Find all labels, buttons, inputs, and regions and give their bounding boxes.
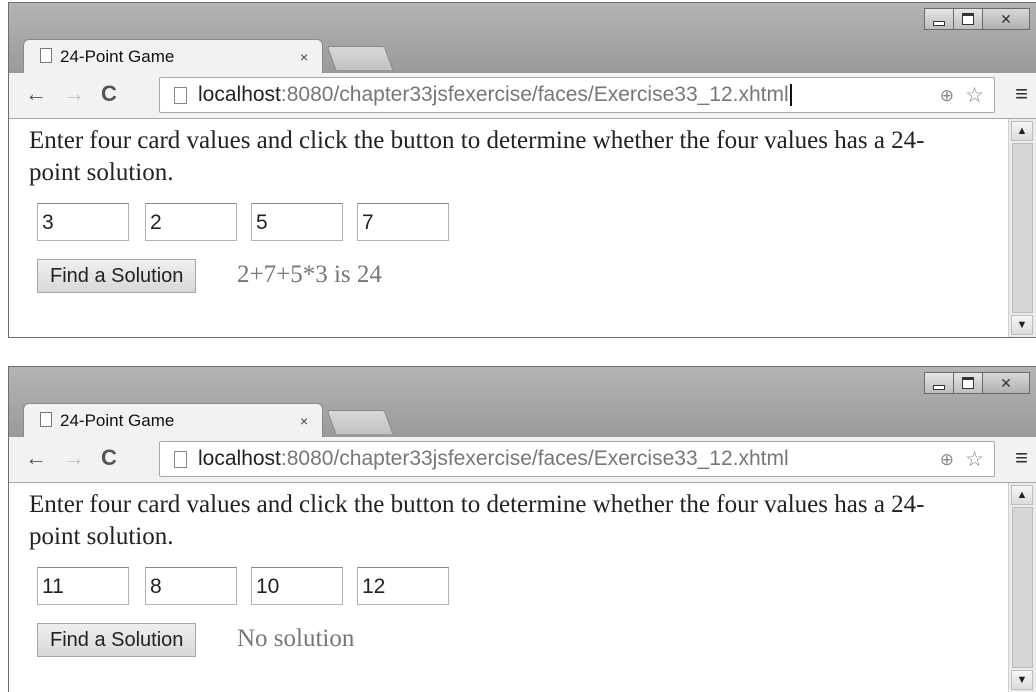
star-icon[interactable]: ☆ <box>965 83 984 108</box>
scroll-down-icon[interactable]: ▼ <box>1011 670 1033 690</box>
close-window-button[interactable]: ✕ <box>982 372 1030 394</box>
browser-toolbar: ← → C localhost:8080/chapter33jsfexercis… <box>9 437 1036 483</box>
text-cursor <box>789 84 792 107</box>
close-icon: ✕ <box>1000 374 1012 391</box>
close-window-button[interactable]: ✕ <box>982 8 1030 30</box>
address-bar[interactable]: localhost:8080/chapter33jsfexercise/face… <box>159 77 995 113</box>
address-bar[interactable]: localhost:8080/chapter33jsfexercise/face… <box>159 441 995 477</box>
card-value-4[interactable] <box>357 567 449 605</box>
page-icon <box>40 48 52 63</box>
star-icon[interactable]: ☆ <box>965 447 984 472</box>
minimize-icon <box>933 384 945 390</box>
browser-window-1: ✕ 24-Point Game × ← → C localhost:8080/c… <box>8 2 1036 338</box>
url-host: localhost <box>198 447 281 470</box>
menu-icon[interactable]: ≡ <box>1015 445 1028 471</box>
result-text: 2+7+5*3 is 24 <box>237 261 382 288</box>
browser-toolbar: ← → C localhost:8080/chapter33jsfexercis… <box>9 73 1036 119</box>
forward-arrow-icon[interactable]: → <box>63 82 85 106</box>
instruction-text: Enter four card values and click the but… <box>29 127 925 186</box>
browser-tab[interactable]: 24-Point Game × <box>23 403 323 437</box>
title-bar: ✕ 24-Point Game × <box>9 3 1036 73</box>
url-text[interactable]: localhost:8080/chapter33jsfexercise/face… <box>198 83 792 107</box>
zoom-icon[interactable]: ⊕ <box>940 450 954 470</box>
reload-icon[interactable]: C <box>101 82 117 106</box>
minimize-button[interactable] <box>924 372 954 394</box>
minimize-icon <box>933 20 945 26</box>
close-icon: ✕ <box>1000 10 1012 27</box>
window-controls: ✕ <box>924 8 1030 30</box>
browser-tab[interactable]: 24-Point Game × <box>23 39 323 73</box>
forward-arrow-icon[interactable]: → <box>63 446 85 470</box>
tab-title: 24-Point Game <box>60 47 175 66</box>
card-value-1[interactable] <box>37 203 129 241</box>
window-controls: ✕ <box>924 372 1030 394</box>
scroll-thumb[interactable] <box>1012 507 1033 668</box>
url-text[interactable]: localhost:8080/chapter33jsfexercise/face… <box>198 447 789 471</box>
tab-close-icon[interactable]: × <box>300 413 308 429</box>
maximize-icon <box>962 377 974 389</box>
maximize-button[interactable] <box>953 8 983 30</box>
card-value-3[interactable] <box>251 567 343 605</box>
card-value-4[interactable] <box>357 203 449 241</box>
new-tab-button[interactable] <box>326 46 394 70</box>
page-icon <box>174 87 187 104</box>
title-bar: ✕ 24-Point Game × <box>9 367 1036 437</box>
card-value-1[interactable] <box>37 567 129 605</box>
card-value-3[interactable] <box>251 203 343 241</box>
vertical-scrollbar[interactable]: ▲ ▼ <box>1008 119 1036 337</box>
result-text: No solution <box>237 625 355 652</box>
tab-close-icon[interactable]: × <box>300 49 308 65</box>
zoom-icon[interactable]: ⊕ <box>940 86 954 106</box>
scroll-up-icon[interactable]: ▲ <box>1011 485 1033 505</box>
card-value-2[interactable] <box>145 567 237 605</box>
maximize-button[interactable] <box>953 372 983 394</box>
tab-title: 24-Point Game <box>60 411 175 430</box>
new-tab-button[interactable] <box>326 410 394 434</box>
card-value-2[interactable] <box>145 203 237 241</box>
scroll-down-icon[interactable]: ▼ <box>1011 315 1033 335</box>
page-icon <box>174 451 187 468</box>
page-content: Enter four card values and click the but… <box>9 119 1036 337</box>
reload-icon[interactable]: C <box>101 446 117 470</box>
maximize-icon <box>962 13 974 25</box>
vertical-scrollbar[interactable]: ▲ ▼ <box>1008 483 1036 692</box>
url-host: localhost <box>198 83 281 106</box>
scroll-up-icon[interactable]: ▲ <box>1011 121 1033 141</box>
back-arrow-icon[interactable]: ← <box>25 82 47 106</box>
instruction-text: Enter four card values and click the but… <box>29 491 925 550</box>
browser-window-2: ✕ 24-Point Game × ← → C localhost:8080/c… <box>8 366 1036 692</box>
page-content: Enter four card values and click the but… <box>9 483 1036 692</box>
minimize-button[interactable] <box>924 8 954 30</box>
find-solution-button[interactable]: Find a Solution <box>37 623 197 657</box>
page-icon <box>40 412 52 427</box>
scroll-thumb[interactable] <box>1012 143 1033 313</box>
back-arrow-icon[interactable]: ← <box>25 446 47 470</box>
menu-icon[interactable]: ≡ <box>1015 81 1028 107</box>
url-path: :8080/chapter33jsfexercise/faces/Exercis… <box>280 447 789 470</box>
find-solution-button[interactable]: Find a Solution <box>37 259 197 293</box>
url-path: :8080/chapter33jsfexercise/faces/Exercis… <box>280 83 789 106</box>
